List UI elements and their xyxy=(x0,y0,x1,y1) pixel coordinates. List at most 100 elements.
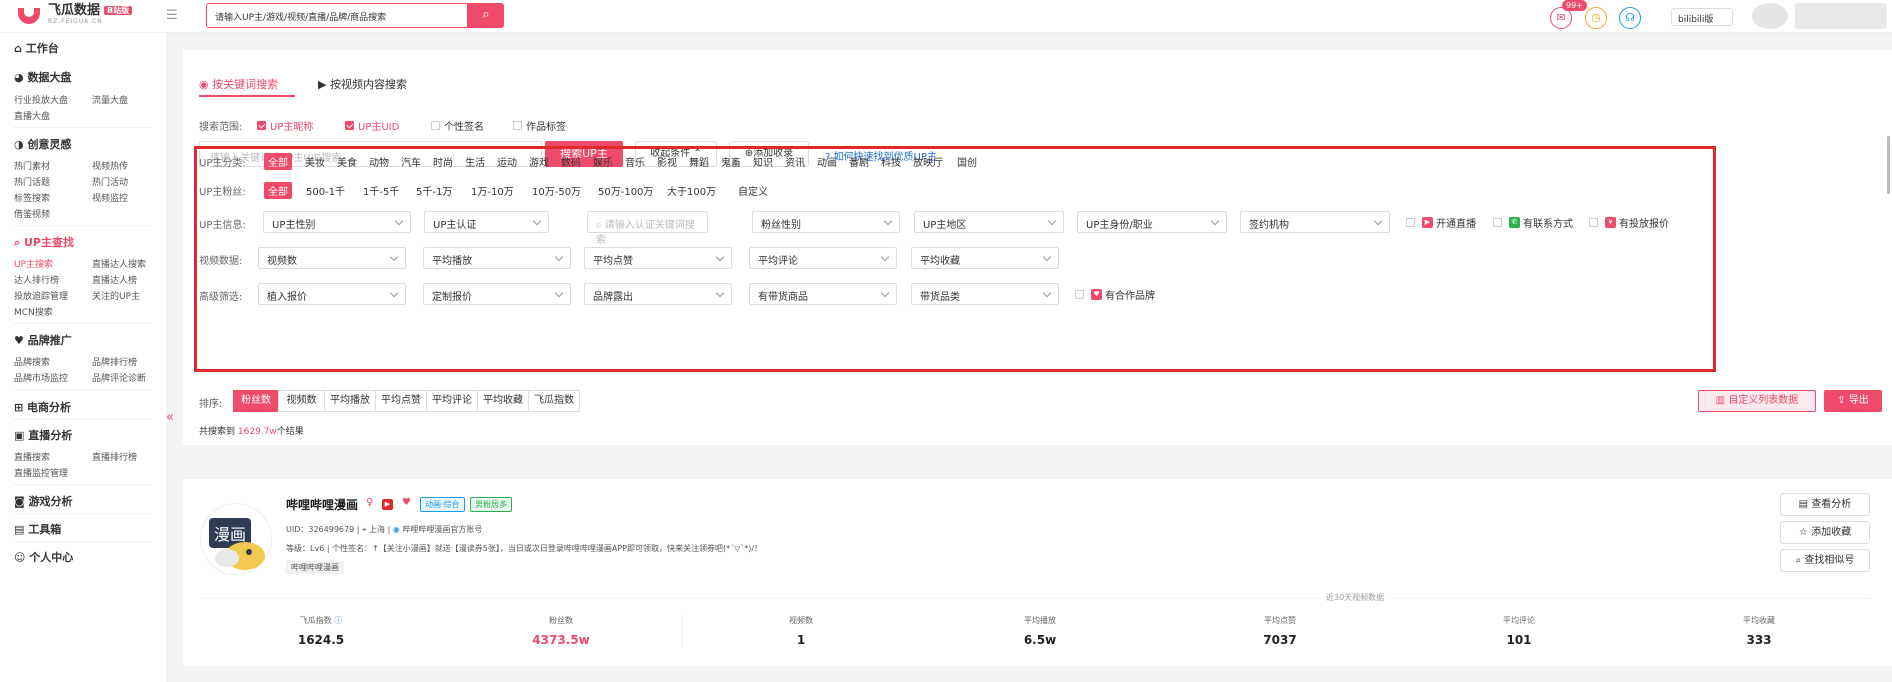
sidebar-item[interactable]: 视频热传 xyxy=(92,159,128,172)
sidebar-item[interactable]: 品牌排行榜 xyxy=(92,355,137,368)
sidebar-item[interactable]: 借鉴视频 xyxy=(14,207,50,220)
category-chip[interactable]: 知识 xyxy=(749,153,777,170)
category-chip[interactable]: 影视 xyxy=(653,153,681,170)
agency-select[interactable]: 签约机构 xyxy=(1240,211,1390,233)
up-name[interactable]: 哔哩哔哩漫画 xyxy=(286,496,358,513)
topic-tag[interactable]: 哔哩哔哩漫画 xyxy=(286,561,344,574)
sidebar-item[interactable]: 品牌搜索 xyxy=(14,355,50,368)
fans-chip[interactable]: 500-1千 xyxy=(302,182,349,199)
region-select[interactable]: UP主地区 xyxy=(914,211,1064,233)
sidebar-item[interactable]: 直播搜索 xyxy=(14,450,50,463)
category-chip[interactable]: 科技 xyxy=(877,153,905,170)
sidebar-item[interactable]: 热门话题 xyxy=(14,175,50,188)
category-chip[interactable]: 舞蹈 xyxy=(685,153,713,170)
sidebar-ecommerce[interactable]: ⊞ 电商分析 xyxy=(14,399,71,415)
sidebar-item[interactable]: 热门素材 xyxy=(14,159,50,172)
scope-uid-checkbox[interactable]: UP主UID xyxy=(345,118,399,133)
implant-price-select[interactable]: 植入报价 xyxy=(258,283,406,305)
fans-chip[interactable]: 1万-10万 xyxy=(467,182,518,199)
sidebar-tools[interactable]: ▤ 工具箱 xyxy=(14,521,61,537)
sidebar-creative[interactable]: ◑ 创意灵感 xyxy=(14,136,71,152)
fans-chip[interactable]: 全部 xyxy=(264,182,292,199)
fans-chip[interactable]: 10万-50万 xyxy=(528,182,585,199)
category-chip[interactable]: 美妆 xyxy=(301,153,329,170)
video-count-select[interactable]: 视频数 xyxy=(258,247,406,269)
sidebar-item[interactable]: 品牌市场监控 xyxy=(14,371,68,384)
find-similar-button[interactable]: ⌕ 查找相似号 xyxy=(1780,549,1870,572)
menu-toggle-icon[interactable]: ☰ xyxy=(166,8,178,23)
sidebar-live[interactable]: ▣ 直播分析 xyxy=(14,427,72,443)
scope-tags-checkbox[interactable]: 作品标签 xyxy=(513,118,566,133)
add-favorite-button[interactable]: ☆ 添加收藏 xyxy=(1780,521,1870,544)
sidebar-up-finder[interactable]: ⌕ UP主查找 xyxy=(14,234,74,250)
sidebar-item[interactable]: 热门活动 xyxy=(92,175,128,188)
sidebar-item[interactable]: 直播监控管理 xyxy=(14,466,68,479)
export-button[interactable]: ⇪ 导出 xyxy=(1824,390,1882,412)
search-icon[interactable]: ⌕ xyxy=(468,3,504,28)
verify-select[interactable]: UP主认证 xyxy=(424,211,549,233)
category-chip[interactable]: 运动 xyxy=(493,153,521,170)
sidebar-item[interactable]: 投放追踪管理 xyxy=(14,289,68,302)
ad-price-checkbox[interactable]: ¥ 有投放报价 xyxy=(1589,215,1669,230)
up-avatar[interactable]: 漫画 xyxy=(200,503,272,575)
avg-like-select[interactable]: 平均点赞 xyxy=(584,247,732,269)
avg-comment-select[interactable]: 平均评论 xyxy=(749,247,897,269)
sidebar-item[interactable]: MCN搜索 xyxy=(14,305,53,318)
sidebar-item[interactable]: 关注的UP主 xyxy=(92,289,140,302)
custom-columns-button[interactable]: ▥ 自定义列表数据 xyxy=(1698,390,1816,412)
custom-price-select[interactable]: 定制报价 xyxy=(423,283,571,305)
contact-checkbox[interactable]: ✆ 有联系方式 xyxy=(1493,215,1573,230)
brand-exposure-select[interactable]: 品牌露出 xyxy=(584,283,732,305)
tab-video-search[interactable]: ▶ 按视频内容搜索 xyxy=(318,76,407,92)
category-chip[interactable]: 音乐 xyxy=(621,153,649,170)
sort-tab[interactable]: 飞瓜指数 xyxy=(528,390,580,412)
sidebar-item[interactable]: 达人排行榜 xyxy=(14,273,59,286)
platform-select[interactable]: bilibili版 xyxy=(1671,8,1733,26)
sidebar-item[interactable]: 直播达人搜索 xyxy=(92,257,146,270)
category-chip[interactable]: 生活 xyxy=(461,153,489,170)
brand-coop-checkbox[interactable]: ♥ 有合作品牌 xyxy=(1075,287,1155,302)
category-chip[interactable]: 数码 xyxy=(557,153,585,170)
sidebar-item[interactable]: 标签搜索 xyxy=(14,191,50,204)
goods-category-select[interactable]: 带货品类 xyxy=(911,283,1059,305)
verify-keyword-input[interactable]: ⌕ 请输入认证关键词搜索 xyxy=(587,211,708,246)
category-chip[interactable]: 放映厅 xyxy=(909,153,947,170)
fan-gender-select[interactable]: 粉丝性别 xyxy=(752,211,900,233)
scrollbar[interactable] xyxy=(1887,136,1890,194)
scope-nickname-checkbox[interactable]: UP主昵称 xyxy=(257,118,313,133)
category-chip[interactable]: 美食 xyxy=(333,153,361,170)
fans-chip[interactable]: 50万-100万 xyxy=(594,182,657,199)
sidebar-item[interactable]: 直播达人榜 xyxy=(92,273,137,286)
headset-icon[interactable]: ☊ xyxy=(1619,7,1641,29)
user-info[interactable] xyxy=(1795,3,1887,29)
tab-keyword-search[interactable]: ◉ 按关键词搜索 xyxy=(199,76,278,92)
fans-chip[interactable]: 1千-5千 xyxy=(359,182,403,199)
sidebar-game[interactable]: ◙ 游戏分析 xyxy=(14,493,73,509)
sidebar-workbench[interactable]: ⌂ 工作台 xyxy=(14,40,59,56)
live-checkbox[interactable]: ▶ 开通直播 xyxy=(1406,215,1476,230)
clock-icon[interactable]: ◷ xyxy=(1585,7,1607,29)
collapse-sidebar-icon[interactable]: « xyxy=(166,410,174,425)
category-chip[interactable]: 时尚 xyxy=(429,153,457,170)
category-chip[interactable]: 汽车 xyxy=(397,153,425,170)
sidebar-item-up-search[interactable]: UP主搜索 xyxy=(14,257,53,270)
global-search-input[interactable]: 请输入UP主/游戏/视频/直播/品牌/商品搜索 xyxy=(206,3,468,28)
logo[interactable]: 飞瓜数据 B站版 BZ.FEIGUA.CN xyxy=(16,4,133,26)
sort-tab[interactable]: 平均播放 xyxy=(324,390,376,412)
category-chip[interactable]: 鬼畜 xyxy=(717,153,745,170)
category-chip[interactable]: 番剧 xyxy=(845,153,873,170)
sort-tab[interactable]: 平均评论 xyxy=(426,390,478,412)
sidebar-personal[interactable]: ☺ 个人中心 xyxy=(14,549,73,565)
avg-fav-select[interactable]: 平均收藏 xyxy=(911,247,1059,269)
sort-tab[interactable]: 粉丝数 xyxy=(233,390,279,412)
category-chip[interactable]: 资讯 xyxy=(781,153,809,170)
identity-select[interactable]: UP主身份/职业 xyxy=(1077,211,1227,233)
sidebar-item[interactable]: 行业投放大盘 xyxy=(14,93,68,106)
scope-signature-checkbox[interactable]: 个性签名 xyxy=(431,118,484,133)
category-chip[interactable]: 娱乐 xyxy=(589,153,617,170)
category-chip[interactable]: 动画 xyxy=(813,153,841,170)
avg-play-select[interactable]: 平均播放 xyxy=(423,247,571,269)
sidebar-item[interactable]: 直播大盘 xyxy=(14,109,50,122)
sidebar-item[interactable]: 直播排行榜 xyxy=(92,450,137,463)
gender-select[interactable]: UP主性别 xyxy=(263,211,411,233)
